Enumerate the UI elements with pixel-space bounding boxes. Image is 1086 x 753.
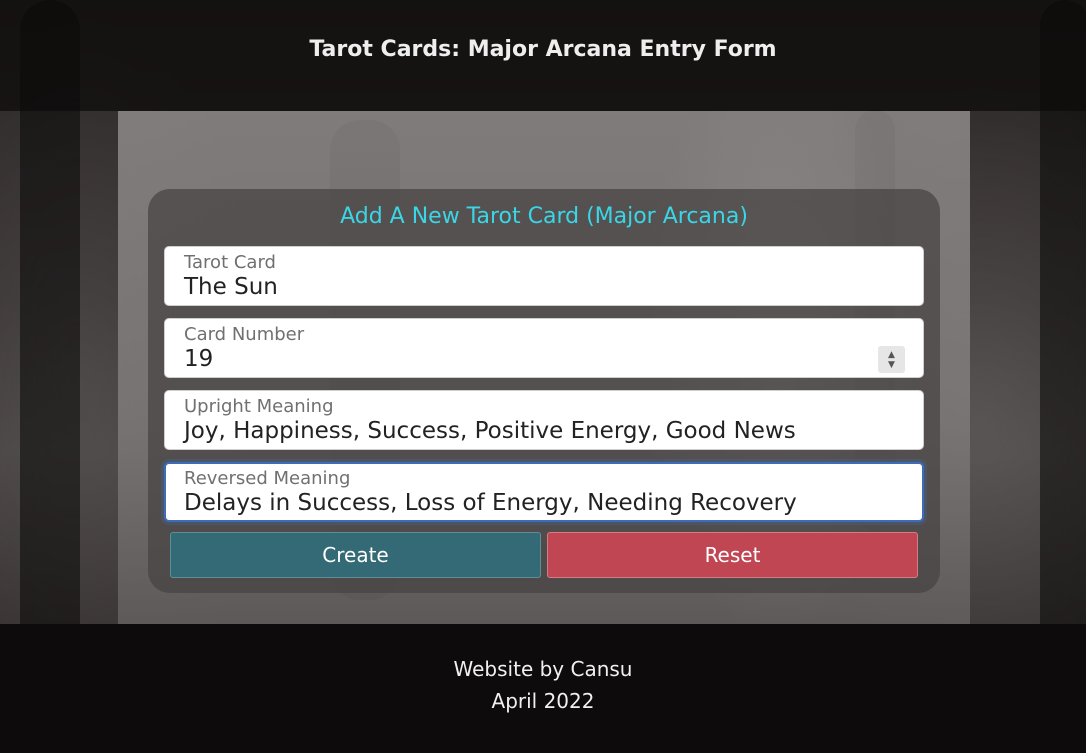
reversed-meaning-label: Reversed Meaning: [184, 468, 351, 489]
card-number-field[interactable]: Card Number 19 ▲ ▼: [164, 318, 924, 378]
footer-credit: Website by Cansu: [453, 657, 633, 681]
chevron-up-icon[interactable]: ▲: [888, 350, 895, 360]
page-title: Tarot Cards: Major Arcana Entry Form: [309, 37, 777, 62]
chevron-down-icon[interactable]: ▼: [888, 360, 895, 370]
number-spinner[interactable]: ▲ ▼: [878, 346, 905, 373]
reversed-meaning-field[interactable]: Reversed Meaning Delays in Success, Loss…: [164, 462, 924, 522]
create-button[interactable]: Create: [170, 532, 541, 578]
footer-date: April 2022: [491, 689, 595, 713]
reversed-meaning-input[interactable]: Delays in Success, Loss of Energy, Needi…: [184, 490, 797, 516]
card-number-input[interactable]: 19: [184, 346, 213, 372]
upright-meaning-field[interactable]: Upright Meaning Joy, Happiness, Success,…: [164, 390, 924, 450]
page-footer: Website by Cansu April 2022: [0, 624, 1086, 753]
form-title: Add A New Tarot Card (Major Arcana): [340, 204, 748, 229]
tarot-card-input[interactable]: The Sun: [184, 274, 278, 300]
page-header: Tarot Cards: Major Arcana Entry Form: [0, 0, 1086, 111]
tarot-card-field[interactable]: Tarot Card The Sun: [164, 246, 924, 306]
upright-meaning-label: Upright Meaning: [184, 396, 334, 417]
upright-meaning-input[interactable]: Joy, Happiness, Success, Positive Energy…: [184, 418, 796, 444]
reset-button[interactable]: Reset: [547, 532, 918, 578]
tarot-card-label: Tarot Card: [184, 252, 276, 273]
card-number-label: Card Number: [184, 324, 305, 345]
